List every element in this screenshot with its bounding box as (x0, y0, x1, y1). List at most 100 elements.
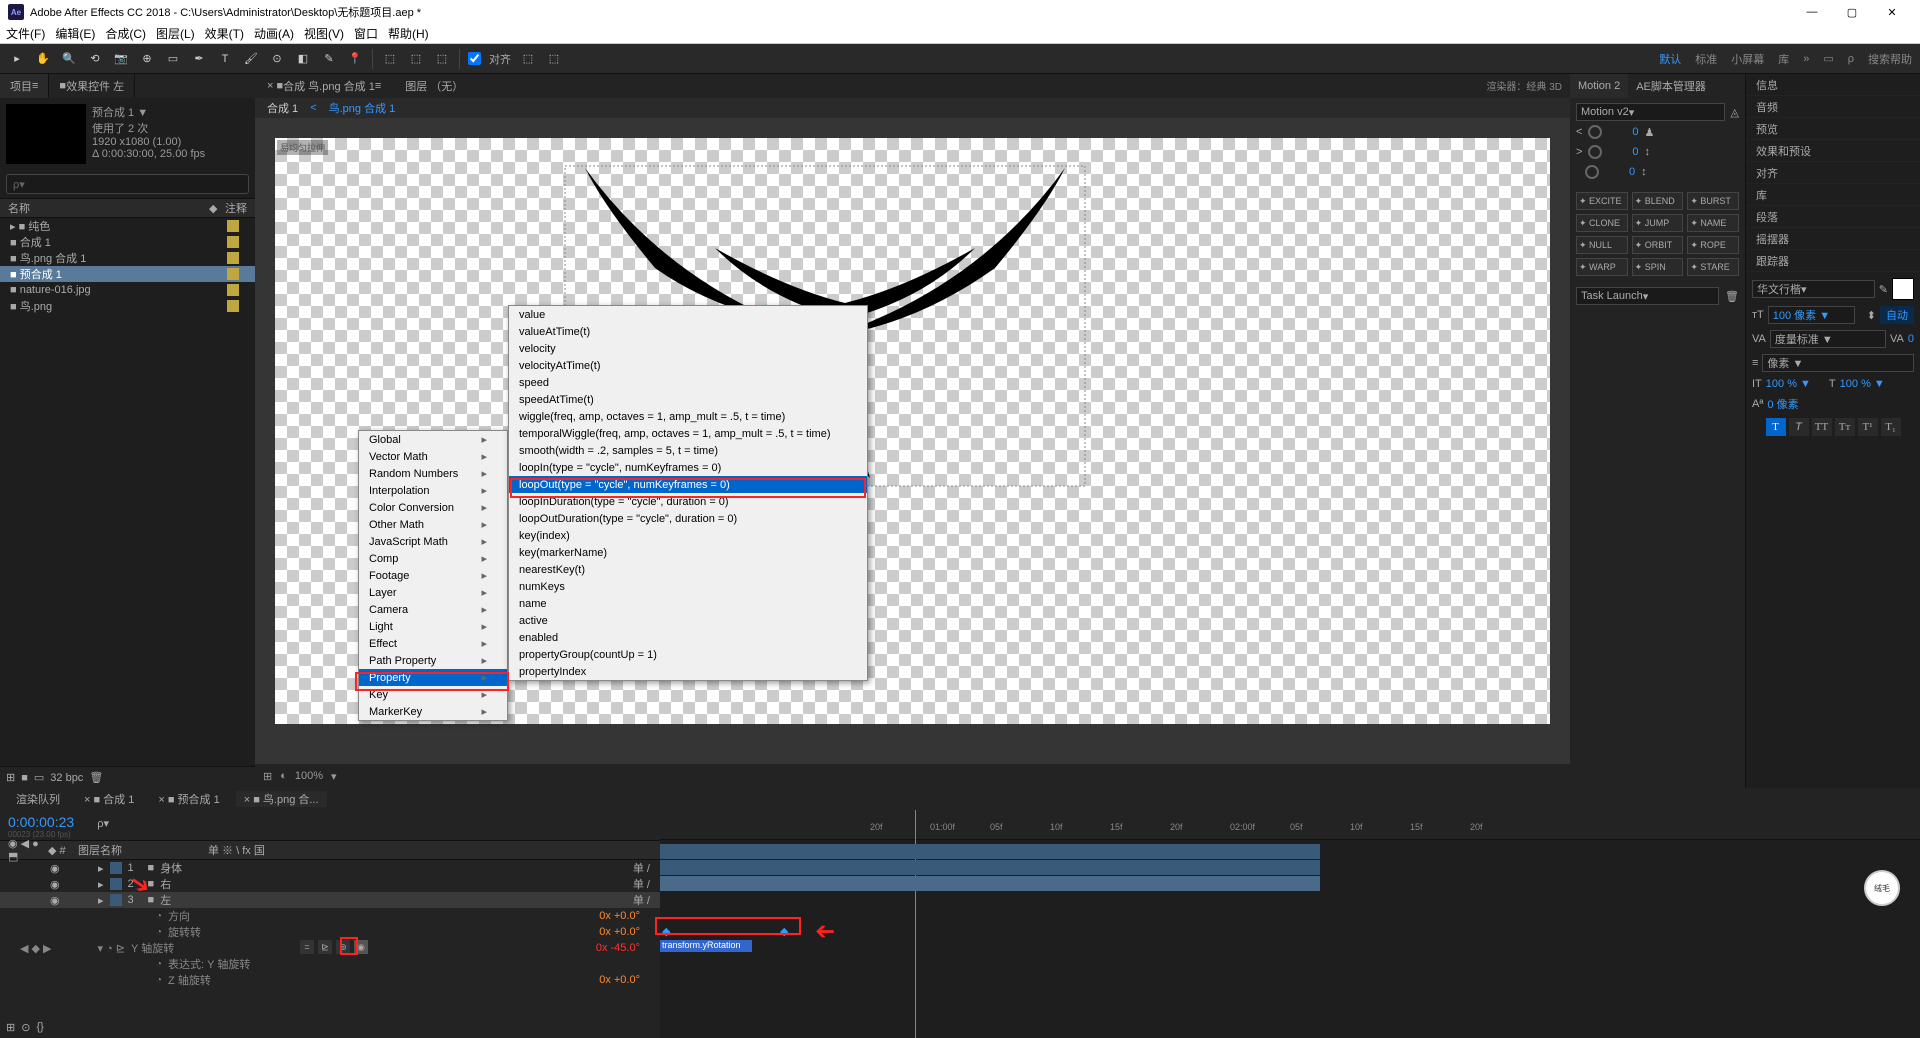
ctx-item[interactable]: name (509, 595, 867, 612)
menu-item[interactable]: 帮助(H) (388, 25, 429, 42)
layer-bar-3[interactable] (660, 876, 1320, 891)
hand-tool[interactable]: ✋ (34, 50, 52, 68)
workspace-box-icon[interactable]: ▭ (1823, 52, 1833, 65)
rotate-tool[interactable]: ⟲ (86, 50, 104, 68)
motion-btn-null[interactable]: ✦ NULL (1576, 236, 1628, 254)
motion-icon-2[interactable]: ↕ (1644, 146, 1650, 158)
ctx-item[interactable]: loopInDuration(type = "cycle", duration … (509, 493, 867, 510)
panel-7[interactable]: 段落 (1746, 206, 1920, 228)
layer-row[interactable]: ◉▸1■身体单 / (0, 860, 660, 876)
knob-2[interactable] (1588, 145, 1602, 159)
workspace-standard[interactable]: 标准 (1695, 51, 1717, 67)
bold-btn[interactable]: T (1766, 418, 1786, 436)
motion-btn-name[interactable]: ✦ NAME (1687, 214, 1739, 232)
ctx-item[interactable]: loopOutDuration(type = "cycle", duration… (509, 510, 867, 527)
ctx-item[interactable]: numKeys (509, 578, 867, 595)
property-row[interactable]: ◔ 方向0x +0.0° (0, 908, 660, 924)
snap-opt2[interactable]: ⬚ (545, 50, 563, 68)
panel-1[interactable]: 音频 (1746, 96, 1920, 118)
proj-bpc[interactable]: 32 bpc (50, 772, 83, 784)
ctx-item[interactable]: MarkerKey▸ (359, 703, 507, 720)
expr-lang-icon[interactable]: ◉ (354, 940, 368, 954)
ctx-item[interactable]: key(index) (509, 527, 867, 544)
motion-btn-stare[interactable]: ✦ STARE (1687, 258, 1739, 276)
toggle-switches-icon[interactable]: ⊞ (6, 1021, 15, 1034)
ctx-item[interactable]: Vector Math▸ (359, 448, 507, 465)
motion-icon-1[interactable]: ♟ (1644, 126, 1654, 139)
panel-3[interactable]: 效果和预设 (1746, 140, 1920, 162)
ctx-item[interactable]: Color Conversion▸ (359, 499, 507, 516)
ctx-item[interactable]: Interpolation▸ (359, 482, 507, 499)
proj-btn1[interactable]: ⊞ (6, 771, 15, 784)
ctx-item[interactable]: key(markerName) (509, 544, 867, 561)
ctx-item[interactable]: propertyGroup(countUp = 1) (509, 646, 867, 663)
col-layername[interactable]: 图层名称 (78, 842, 208, 858)
motion-btn-spin[interactable]: ✦ SPIN (1632, 258, 1684, 276)
menu-item[interactable]: 视图(V) (304, 25, 344, 42)
ctx-item[interactable]: velocity (509, 340, 867, 357)
tab-effects-controls[interactable]: ■ 效果控件 左 (49, 74, 135, 98)
project-item[interactable]: ■ 预合成 1 (0, 266, 255, 282)
eraser-tool[interactable]: ◧ (294, 50, 312, 68)
italic-btn[interactable]: T (1789, 418, 1809, 436)
property-row[interactable]: ◔ Z 轴旋转0x +0.0° (0, 972, 660, 988)
camera-tool[interactable]: 📷 (112, 50, 130, 68)
ctx-item[interactable]: Random Numbers▸ (359, 465, 507, 482)
superscript-btn[interactable]: T¹ (1858, 418, 1878, 436)
ctx-item[interactable]: speed (509, 374, 867, 391)
motion-btn-warp[interactable]: ✦ WARP (1576, 258, 1628, 276)
search-help[interactable]: 搜索帮助 (1868, 51, 1912, 67)
task-launch-dd[interactable]: Task Launch ▾ (1576, 287, 1719, 305)
project-item[interactable]: ■ 鸟.png (0, 298, 255, 314)
text-tool[interactable]: T (216, 50, 234, 68)
project-item[interactable]: ▸ ■ 纯色 (0, 218, 255, 234)
panel-4[interactable]: 对齐 (1746, 162, 1920, 184)
tab-motion2[interactable]: Motion 2 (1570, 74, 1628, 98)
expr-pickwhip-icon[interactable]: ⊚ (336, 940, 350, 954)
time-ruler[interactable]: 20f01:00f05f10f15f20f02:00f05f10f15f20f (660, 810, 1920, 840)
property-row[interactable]: ◔ 表达式: Y 轴旋转 (0, 956, 660, 972)
ctx-item[interactable]: Footage▸ (359, 567, 507, 584)
timeline-tab[interactable]: × ■ 合成 1 (76, 791, 142, 807)
motion-version-dd[interactable]: Motion v2 ▾ (1576, 103, 1725, 121)
zoom-level[interactable]: 100% (295, 770, 323, 782)
ctx-item[interactable]: enabled (509, 629, 867, 646)
crumb-1[interactable]: 合成 1 (267, 100, 298, 116)
expression-function-menu[interactable]: valuevalueAtTime(t)velocityvelocityAtTim… (508, 305, 868, 681)
proj-trash[interactable]: 🗑 (89, 771, 103, 784)
layer-bar-2[interactable] (660, 860, 1320, 875)
maximize-button[interactable]: ▢ (1832, 6, 1872, 19)
ctx-item[interactable]: nearestKey(t) (509, 561, 867, 578)
ctx-item[interactable]: active (509, 612, 867, 629)
motion-btn-clone[interactable]: ✦ CLONE (1576, 214, 1628, 232)
project-item[interactable]: ■ 合成 1 (0, 234, 255, 250)
minimize-button[interactable]: — (1792, 6, 1832, 18)
col-notes[interactable]: 注释 (225, 200, 247, 216)
axis-world[interactable]: ⬚ (407, 50, 425, 68)
layer-row[interactable]: ◉▸2■右单 / (0, 876, 660, 892)
layer-row[interactable]: ◉▸3■左单 / (0, 892, 660, 908)
col-label-icon[interactable]: ◆ (209, 202, 225, 215)
pan-behind-tool[interactable]: ⊕ (138, 50, 156, 68)
panel-9[interactable]: 跟踪器 (1746, 250, 1920, 272)
ctx-item[interactable]: Other Math▸ (359, 516, 507, 533)
timecode[interactable]: 0:00:00:23 (8, 814, 74, 830)
ctx-item[interactable]: value (509, 306, 867, 323)
ctx-item[interactable]: propertyIndex (509, 663, 867, 680)
proj-btn3[interactable]: ▭ (34, 771, 44, 784)
col-switches[interactable]: 单 ※ \ fx 国 (208, 842, 265, 858)
ctx-item[interactable]: Camera▸ (359, 601, 507, 618)
trash-icon[interactable]: 🗑 (1725, 290, 1739, 303)
workspace-lib[interactable]: 库 (1778, 51, 1789, 67)
expression-bar[interactable]: transform.yRotation (660, 940, 752, 952)
ctx-item[interactable]: Comp▸ (359, 550, 507, 567)
motion-btn-burst[interactable]: ✦ BURST (1687, 192, 1739, 210)
layer-tab[interactable]: 图层 （无） (397, 77, 471, 95)
timeline-tab[interactable]: × ■ 鸟.png 合... (236, 791, 327, 807)
timeline-tab[interactable]: × ■ 预合成 1 (150, 791, 227, 807)
motion-btn-excite[interactable]: ✦ EXCITE (1576, 192, 1628, 210)
eyedropper-icon[interactable]: ✎ (1879, 283, 1888, 296)
pen-tool[interactable]: ✒ (190, 50, 208, 68)
project-search[interactable]: ρ▾ (6, 174, 249, 194)
ctx-item[interactable]: Layer▸ (359, 584, 507, 601)
